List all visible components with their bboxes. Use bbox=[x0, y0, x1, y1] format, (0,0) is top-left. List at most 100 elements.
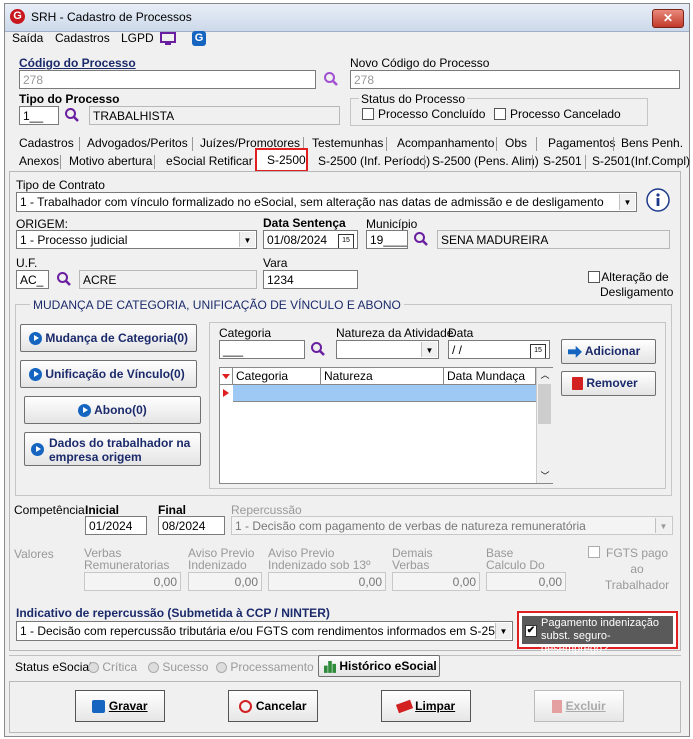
search-icon[interactable] bbox=[413, 231, 429, 247]
play-icon bbox=[29, 368, 42, 382]
tab-cadastros[interactable]: Cadastros bbox=[19, 136, 74, 150]
search-icon[interactable] bbox=[323, 71, 339, 87]
search-icon[interactable] bbox=[56, 271, 72, 287]
grid-header-natureza[interactable]: Natureza bbox=[321, 368, 444, 385]
chevron-down-icon[interactable]: ﹀ bbox=[537, 469, 553, 483]
dados-trabalhador-button[interactable]: Dados do trabalhador na empresa origem bbox=[24, 432, 201, 466]
save-icon bbox=[92, 700, 106, 714]
unificacao-vinculo-label: Unificação de Vínculo(0) bbox=[45, 367, 185, 381]
chevron-down-icon[interactable]: ▼ bbox=[239, 232, 255, 247]
natureza-atividade-select[interactable]: ▼ bbox=[336, 340, 439, 359]
tab-s2501-inf-compl[interactable]: S-2501(Inf.Compl) bbox=[592, 154, 690, 168]
calendar-icon[interactable]: 15 bbox=[338, 234, 354, 248]
tab-bens-penh[interactable]: Bens Penh. bbox=[621, 136, 683, 150]
search-icon[interactable] bbox=[64, 107, 80, 123]
grid-header-data-mundaca[interactable]: Data Mundaça bbox=[444, 368, 536, 385]
chevron-down-icon[interactable]: ▼ bbox=[421, 342, 437, 357]
chevron-up-icon[interactable]: ︿ bbox=[537, 368, 553, 382]
mudanca-categoria-button[interactable]: Mudança de Categoria(0) bbox=[20, 324, 197, 352]
status-esocial-label: Status eSocial: bbox=[15, 660, 96, 674]
tab-separator bbox=[496, 137, 497, 151]
mudanca-title: MUDANÇA DE CATEGORIA, UNIFICAÇÃO DE VÍNC… bbox=[30, 298, 404, 312]
tab-advogados[interactable]: Advogados/Peritos bbox=[87, 136, 188, 150]
table-row[interactable] bbox=[233, 385, 536, 402]
tab-motivo-abertura[interactable]: Motivo abertura bbox=[69, 154, 152, 168]
sort-down-icon bbox=[222, 374, 230, 379]
dados-trabalhador-label: Dados do trabalhador na empresa origem bbox=[49, 436, 191, 464]
tipo-contrato-select[interactable]: 1 - Trabalhador com vínculo formalizado … bbox=[16, 192, 637, 212]
final-label: Final bbox=[158, 503, 187, 517]
tab-s2500-pens-alim[interactable]: S-2500 (Pens. Alim) bbox=[432, 154, 539, 168]
alteracao-desligamento-checkbox[interactable] bbox=[588, 271, 600, 283]
data-sentenca-input[interactable]: 01/08/2024 15 bbox=[263, 230, 358, 249]
categoria-label: Categoria bbox=[219, 326, 272, 340]
indicativo-label: Indicativo de repercussão (Submetida à C… bbox=[16, 606, 330, 620]
monitor-icon[interactable] bbox=[160, 32, 176, 46]
chevron-down-icon[interactable]: ▼ bbox=[619, 194, 635, 210]
pagamento-panel[interactable]: ✔ Pagamento indenização subst. seguro-de… bbox=[522, 616, 673, 655]
origem-select[interactable]: 1 - Processo judicial ▼ bbox=[16, 230, 257, 249]
data-sentenca-label: Data Sentença bbox=[263, 216, 346, 230]
cancelar-label: Cancelar bbox=[255, 699, 307, 713]
abono-button[interactable]: Abono(0) bbox=[24, 396, 201, 424]
app-logo-icon: G bbox=[10, 9, 25, 24]
tab-esocial-retificar[interactable]: eSocial Retificar bbox=[166, 154, 253, 168]
tab-acompanhamento[interactable]: Acompanhamento bbox=[397, 136, 494, 150]
chevron-down-icon[interactable]: ▼ bbox=[495, 623, 511, 639]
tipo-processo-code-input[interactable]: 1__ bbox=[19, 106, 59, 125]
tab-separator bbox=[386, 137, 387, 151]
processo-cancelado-label: Processo Cancelado bbox=[510, 107, 621, 121]
novo-codigo-input[interactable]: 278 bbox=[350, 70, 680, 89]
remover-label: Remover bbox=[586, 376, 638, 390]
tab-s2501[interactable]: S-2501 bbox=[543, 154, 582, 168]
codigo-processo-input[interactable]: 278 bbox=[19, 70, 316, 89]
menu-saida[interactable]: Saída bbox=[12, 31, 43, 45]
gravar-button[interactable]: Gravar bbox=[75, 690, 165, 722]
tab-separator bbox=[424, 155, 425, 169]
close-button[interactable]: ✕ bbox=[652, 9, 684, 28]
grid-header-categoria[interactable]: Categoria bbox=[233, 368, 321, 385]
mudanca-grid[interactable]: Categoria Natureza Data Mundaça ︿ ﹀ bbox=[219, 367, 553, 484]
radio-icon bbox=[216, 662, 227, 674]
menu-cadastros[interactable]: Cadastros bbox=[55, 31, 110, 45]
processo-concluido-checkbox[interactable] bbox=[362, 108, 374, 120]
cancelar-button[interactable]: Cancelar bbox=[228, 690, 318, 722]
menu-lgpd[interactable]: LGPD bbox=[121, 31, 154, 45]
trash-icon bbox=[572, 377, 583, 391]
app-g-icon[interactable]: G bbox=[192, 31, 206, 46]
historico-esocial-label: Histórico eSocial bbox=[339, 659, 437, 673]
historico-esocial-button[interactable]: Histórico eSocial bbox=[318, 655, 440, 677]
categoria-input[interactable]: ___ bbox=[219, 340, 305, 359]
remover-button[interactable]: Remover bbox=[561, 371, 656, 396]
data-mudanca-label: Data bbox=[448, 326, 474, 340]
indicativo-select[interactable]: 1 - Decisão com repercussão tributária e… bbox=[16, 621, 513, 641]
data-mudanca-input[interactable]: / / 15 bbox=[448, 340, 550, 359]
processo-cancelado-checkbox[interactable] bbox=[494, 108, 506, 120]
tab-testemunhas[interactable]: Testemunhas bbox=[312, 136, 383, 150]
inicial-input[interactable]: 01/2024 bbox=[85, 516, 147, 535]
tab-obs[interactable]: Obs bbox=[505, 136, 527, 150]
info-icon[interactable] bbox=[646, 188, 670, 212]
limpar-button[interactable]: Limpar bbox=[381, 690, 471, 722]
unificacao-vinculo-button[interactable]: Unificação de Vínculo(0) bbox=[20, 360, 197, 388]
vara-input[interactable]: 1234 bbox=[263, 270, 358, 289]
check-icon[interactable]: ✔ bbox=[525, 625, 537, 637]
grid-scrollbar[interactable]: ︿ ﹀ bbox=[536, 368, 553, 483]
trash-icon bbox=[552, 700, 563, 714]
scrollbar-thumb[interactable] bbox=[538, 384, 551, 424]
tab-pagamentos[interactable]: Pagamentos bbox=[548, 136, 615, 150]
tab-separator bbox=[536, 137, 537, 151]
status-critica: Crítica bbox=[88, 660, 137, 674]
calendar-icon[interactable]: 15 bbox=[530, 344, 546, 358]
tab-s2500-inf-periodo[interactable]: S-2500 (Inf. Período) bbox=[318, 154, 430, 168]
tab-anexos[interactable]: Anexos bbox=[19, 154, 59, 168]
uf-code-input[interactable]: AC_ bbox=[16, 270, 49, 289]
data-sentenca-value: 01/08/2024 bbox=[267, 233, 328, 247]
municipio-code-input[interactable]: 19____ bbox=[366, 230, 408, 249]
tab-s2500-active[interactable]: S-2500 bbox=[255, 148, 308, 172]
search-icon[interactable] bbox=[310, 341, 326, 357]
adicionar-button[interactable]: Adicionar bbox=[561, 339, 656, 364]
final-input[interactable]: 08/2024 bbox=[158, 516, 225, 535]
status-processo-label: Status do Processo bbox=[359, 92, 468, 106]
municipio-label: Município bbox=[366, 217, 418, 231]
